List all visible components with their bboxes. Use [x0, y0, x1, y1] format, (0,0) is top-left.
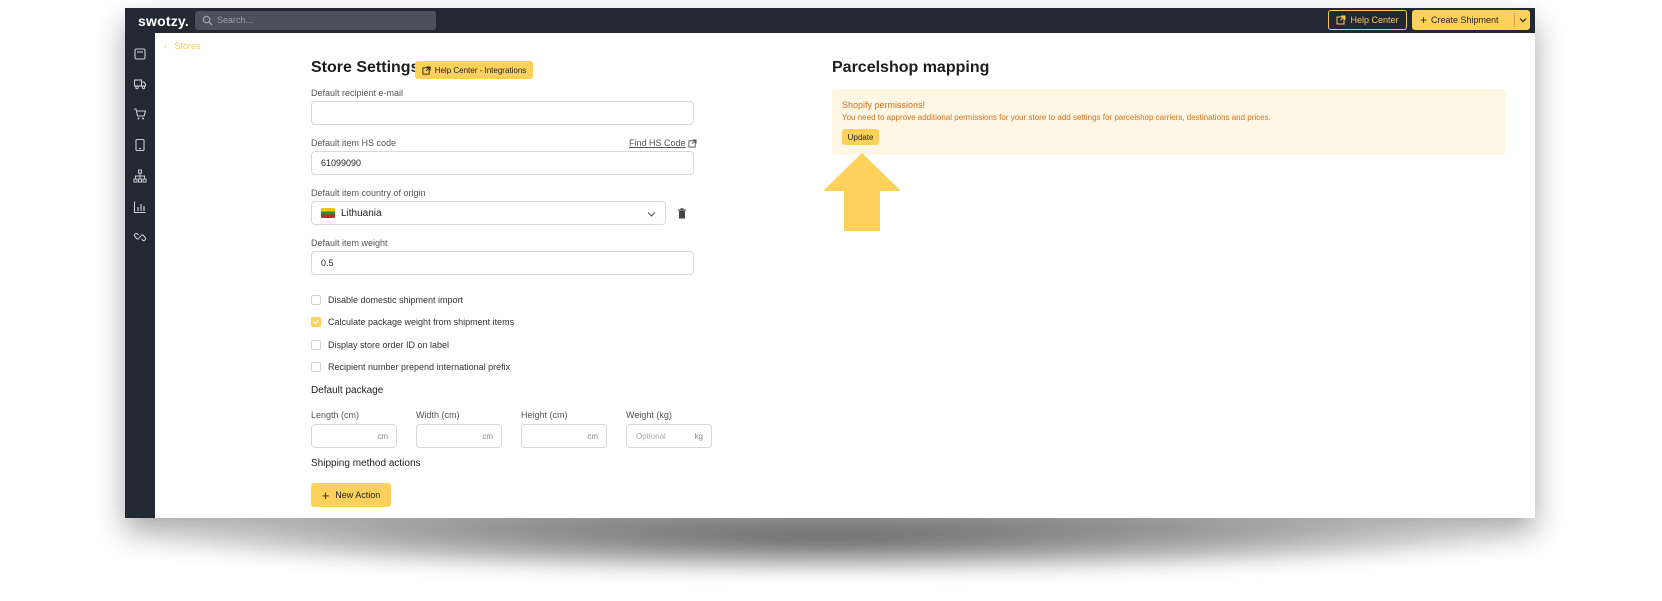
chart-icon[interactable]: [133, 200, 147, 214]
permissions-alert: Shopify permissions! You need to approve…: [832, 89, 1506, 155]
length-label: Length (cm): [311, 410, 360, 420]
weight-label: Default item weight: [311, 238, 388, 248]
width-input[interactable]: cm: [416, 424, 502, 448]
checkbox-label: Calculate package weight from shipment i…: [328, 317, 515, 327]
plus-icon: +: [1420, 13, 1428, 27]
length-input[interactable]: cm: [311, 424, 397, 448]
checkbox-label: Recipient number prepend international p…: [328, 362, 511, 372]
checkbox-display-order-id[interactable]: [311, 340, 321, 350]
app-window: swotzy. Search... Help Center + Create S…: [125, 8, 1535, 518]
checkbox-label: Display store order ID on label: [328, 340, 450, 350]
recipient-email-input[interactable]: [311, 101, 694, 125]
country-value: Lithuania: [341, 207, 382, 219]
package-weight-input[interactable]: Optional kg: [626, 424, 712, 448]
chevron-left-icon: ‹: [164, 41, 175, 51]
weight-input[interactable]: 0.5: [311, 251, 694, 275]
find-hs-code-label: Find HS Code: [629, 138, 686, 148]
package-weight-label: Weight (kg): [626, 410, 672, 420]
update-button[interactable]: Update: [842, 129, 879, 145]
help-center-button[interactable]: Help Center: [1328, 10, 1407, 30]
cart-icon[interactable]: [133, 107, 147, 121]
country-label: Default item country of origin: [311, 188, 426, 198]
width-label: Width (cm): [416, 410, 460, 420]
create-shipment-label: Create Shipment: [1431, 15, 1499, 25]
help-center-label: Help Center: [1350, 15, 1399, 25]
default-package-title: Default package: [311, 385, 384, 396]
help-center-integrations-button[interactable]: Help Center - Integrations: [415, 61, 533, 79]
search-placeholder: Search...: [217, 15, 254, 25]
unit-label: cm: [377, 432, 388, 441]
breadcrumb-stores: Stores: [174, 41, 201, 51]
hs-code-label: Default item HS code: [311, 138, 397, 148]
alert-title: Shopify permissions!: [842, 100, 926, 110]
help-badge-label: Help Center - Integrations: [434, 65, 527, 75]
chevron-down-icon: [647, 212, 656, 217]
chevron-down-icon[interactable]: [1519, 16, 1527, 24]
lithuania-flag-icon: [321, 208, 335, 218]
external-link-icon: [687, 138, 697, 148]
checkbox-recipient-prefix[interactable]: [311, 362, 321, 372]
height-input[interactable]: cm: [521, 424, 607, 448]
logo: swotzy.: [138, 13, 189, 29]
check-icon: [313, 319, 319, 325]
main-content: ‹ Stores Store Settings Help Center - In…: [155, 33, 1535, 518]
country-select[interactable]: Lithuania: [311, 201, 666, 225]
unit-label: cm: [587, 432, 598, 441]
placeholder: Optional: [636, 432, 666, 441]
checkbox-calculate-package-weight[interactable]: [311, 317, 321, 327]
create-shipment-button[interactable]: + Create Shipment: [1412, 10, 1530, 30]
hs-code-input[interactable]: 61099090: [311, 151, 694, 175]
alert-text: You need to approve additional permissio…: [842, 113, 1271, 122]
new-action-button[interactable]: + New Action: [311, 483, 391, 507]
external-link-icon: [1336, 15, 1346, 25]
button-divider: [1514, 13, 1515, 27]
search-icon: [202, 15, 213, 26]
link-icon[interactable]: [133, 230, 147, 244]
unit-label: cm: [482, 432, 493, 441]
plus-icon: +: [321, 487, 330, 503]
page-title: Store Settings: [311, 59, 420, 76]
recipient-email-label: Default recipient e-mail: [311, 88, 404, 98]
external-link-icon: [422, 65, 431, 75]
screenshot-stage: swotzy. Search... Help Center + Create S…: [0, 0, 1662, 601]
checkbox-disable-domestic-import[interactable]: [311, 295, 321, 305]
trash-icon[interactable]: [677, 208, 687, 219]
arrow-up-icon: [823, 153, 901, 231]
sitemap-icon[interactable]: [133, 169, 147, 183]
sidebar: [125, 33, 155, 518]
unit-label: kg: [694, 432, 703, 441]
tablet-icon[interactable]: [133, 138, 147, 152]
new-action-label: New Action: [335, 490, 381, 500]
search-input[interactable]: Search...: [195, 11, 436, 30]
top-bar: swotzy. Search... Help Center + Create S…: [125, 8, 1535, 33]
find-hs-code-link[interactable]: Find HS Code: [629, 138, 697, 148]
parcelshop-title: Parcelshop mapping: [832, 59, 990, 76]
height-label: Height (cm): [521, 410, 568, 420]
truck-icon[interactable]: [133, 77, 147, 91]
breadcrumb[interactable]: ‹ Stores: [164, 41, 201, 51]
box-icon[interactable]: [133, 47, 147, 61]
checkbox-label: Disable domestic shipment import: [328, 295, 464, 305]
shipping-actions-title: Shipping method actions: [311, 458, 421, 469]
